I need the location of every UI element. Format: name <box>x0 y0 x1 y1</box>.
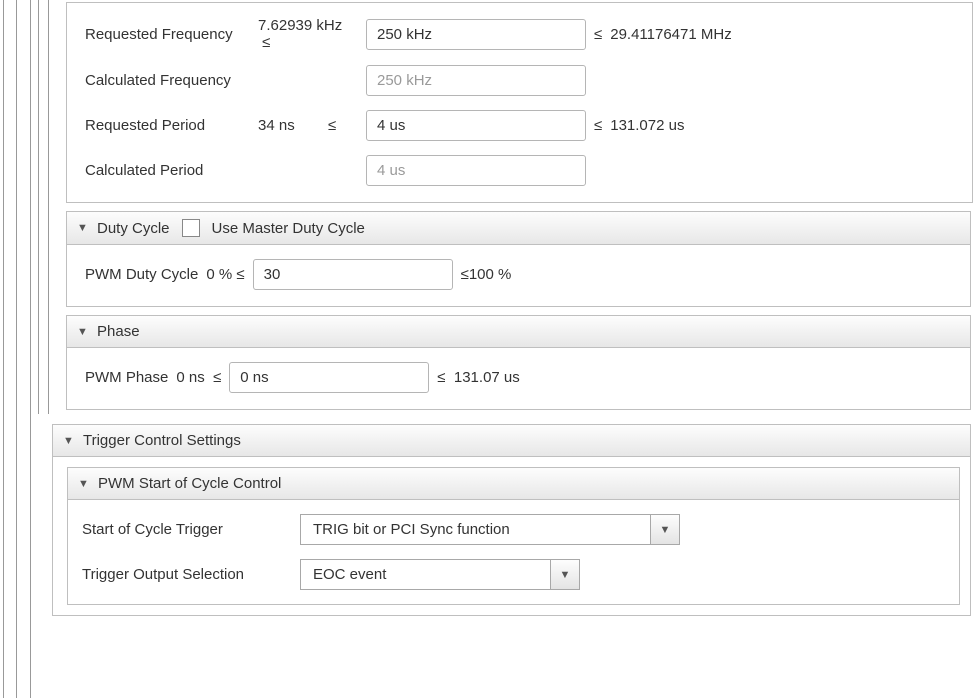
le-symbol: ≤ <box>594 26 602 43</box>
requested-period-max: 131.072 us <box>610 117 684 134</box>
pwm-phase-min: 0 ns ≤ <box>176 369 221 386</box>
pwm-duty-min: 0 % ≤ <box>206 266 244 283</box>
requested-frequency-label: Requested Frequency <box>85 26 250 43</box>
pwm-phase-label: PWM Phase <box>85 369 168 386</box>
calculated-frequency-output <box>366 65 586 96</box>
requested-period-label: Requested Period <box>85 117 250 134</box>
calculated-period-label: Calculated Period <box>85 162 250 179</box>
dropdown-button[interactable]: ▼ <box>550 559 580 590</box>
requested-period-min: 34 ns ≤ <box>258 117 358 134</box>
soc-output-value: EOC event <box>300 559 550 590</box>
chevron-down-icon: ▼ <box>78 478 90 490</box>
duty-cycle-header[interactable]: ▼ Duty Cycle Use Master Duty Cycle <box>66 211 971 245</box>
chevron-down-icon: ▼ <box>77 326 89 338</box>
pwm-phase-input[interactable] <box>229 362 429 393</box>
calculated-period-output <box>366 155 586 186</box>
requested-frequency-max: 29.41176471 MHz <box>610 26 731 43</box>
calculated-frequency-label: Calculated Frequency <box>85 72 250 89</box>
pwm-phase-max: ≤ 131.07 us <box>437 369 519 386</box>
requested-frequency-min: 7.62939 kHz ≤ <box>258 17 358 51</box>
phase-header[interactable]: ▼ Phase <box>66 315 971 348</box>
trigger-control-header[interactable]: ▼ Trigger Control Settings <box>52 424 971 457</box>
dropdown-button[interactable]: ▼ <box>650 514 680 545</box>
chevron-down-icon: ▼ <box>660 524 671 536</box>
frequency-panel: Requested Frequency 7.62939 kHz ≤ ≤ 29.4… <box>67 3 972 202</box>
pwm-duty-label: PWM Duty Cycle <box>85 266 198 283</box>
soc-header[interactable]: ▼ PWM Start of Cycle Control <box>67 467 960 500</box>
phase-title: Phase <box>97 323 140 340</box>
use-master-duty-label: Use Master Duty Cycle <box>212 220 365 237</box>
soc-trigger-value: TRIG bit or PCI Sync function <box>300 514 650 545</box>
chevron-down-icon: ▼ <box>560 569 571 581</box>
pwm-duty-input[interactable] <box>253 259 453 290</box>
soc-trigger-select[interactable]: TRIG bit or PCI Sync function ▼ <box>300 514 680 545</box>
soc-output-select[interactable]: EOC event ▼ <box>300 559 580 590</box>
requested-frequency-input[interactable] <box>366 19 586 50</box>
chevron-down-icon: ▼ <box>77 222 89 234</box>
duty-cycle-title: Duty Cycle <box>97 220 170 237</box>
soc-trigger-label: Start of Cycle Trigger <box>82 521 292 538</box>
trigger-control-title: Trigger Control Settings <box>83 432 241 449</box>
chevron-down-icon: ▼ <box>63 435 75 447</box>
soc-output-label: Trigger Output Selection <box>82 566 292 583</box>
pwm-duty-max: ≤100 % <box>461 266 512 283</box>
soc-title: PWM Start of Cycle Control <box>98 475 281 492</box>
use-master-duty-checkbox[interactable] <box>182 219 200 237</box>
requested-period-input[interactable] <box>366 110 586 141</box>
